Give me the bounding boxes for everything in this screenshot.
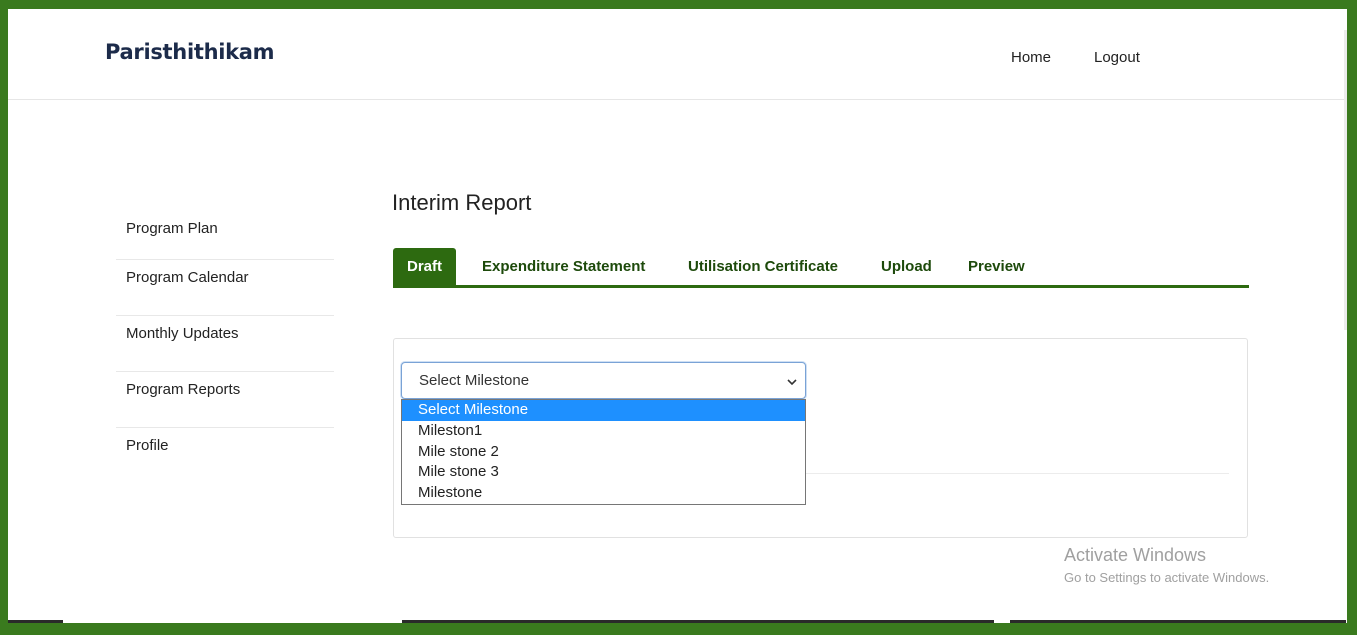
tab-preview[interactable]: Preview [968,248,1025,285]
nav-home-link[interactable]: Home [1011,49,1051,66]
top-navbar: Paristhithikam Home Logout [8,9,1347,330]
milestone-option[interactable]: Mileston1 [402,421,805,442]
bottom-border [8,623,1347,635]
report-tabs: Draft Expenditure Statement Utilisation … [393,248,1249,288]
bottom-divider [8,620,63,623]
sidebar-item-profile[interactable]: Profile [116,428,334,484]
bottom-divider [1010,620,1346,623]
chevron-down-icon [787,371,797,390]
sidebar-item-program-plan[interactable]: Program Plan [116,215,334,260]
sidebar-item-program-calendar[interactable]: Program Calendar [116,260,334,316]
milestone-option[interactable]: Milestone [402,483,805,504]
milestone-option[interactable]: Mile stone 2 [402,442,805,463]
milestone-option[interactable]: Mile stone 3 [402,462,805,483]
bottom-divider [402,620,994,623]
watermark-subtitle: Go to Settings to activate Windows. [1064,570,1270,585]
milestone-option[interactable]: Select Milestone [402,400,805,421]
milestone-dropdown-list: Select Milestone Mileston1 Mile stone 2 … [401,399,806,505]
milestone-select[interactable]: Select Milestone [401,362,806,399]
activate-windows-watermark: Activate Windows Go to Settings to activ… [1064,545,1269,585]
scrollbar[interactable] [1344,30,1347,330]
sidebar-item-monthly-updates[interactable]: Monthly Updates [116,316,334,372]
tab-draft[interactable]: Draft [393,248,457,285]
brand-logo[interactable]: Paristhithikam [105,40,275,64]
tab-upload[interactable]: Upload [881,248,932,285]
page-title: Interim Report [392,190,532,215]
tab-expenditure-statement[interactable]: Expenditure Statement [482,248,645,285]
sidebar-item-program-reports[interactable]: Program Reports [116,372,334,428]
sidebar-menu: Program Plan Program Calendar Monthly Up… [116,215,334,484]
tab-utilisation-certificate[interactable]: Utilisation Certificate [688,248,838,285]
milestone-select-value: Select Milestone [419,372,530,389]
nav-logout-link[interactable]: Logout [1094,49,1140,66]
watermark-title: Activate Windows [1064,545,1207,565]
